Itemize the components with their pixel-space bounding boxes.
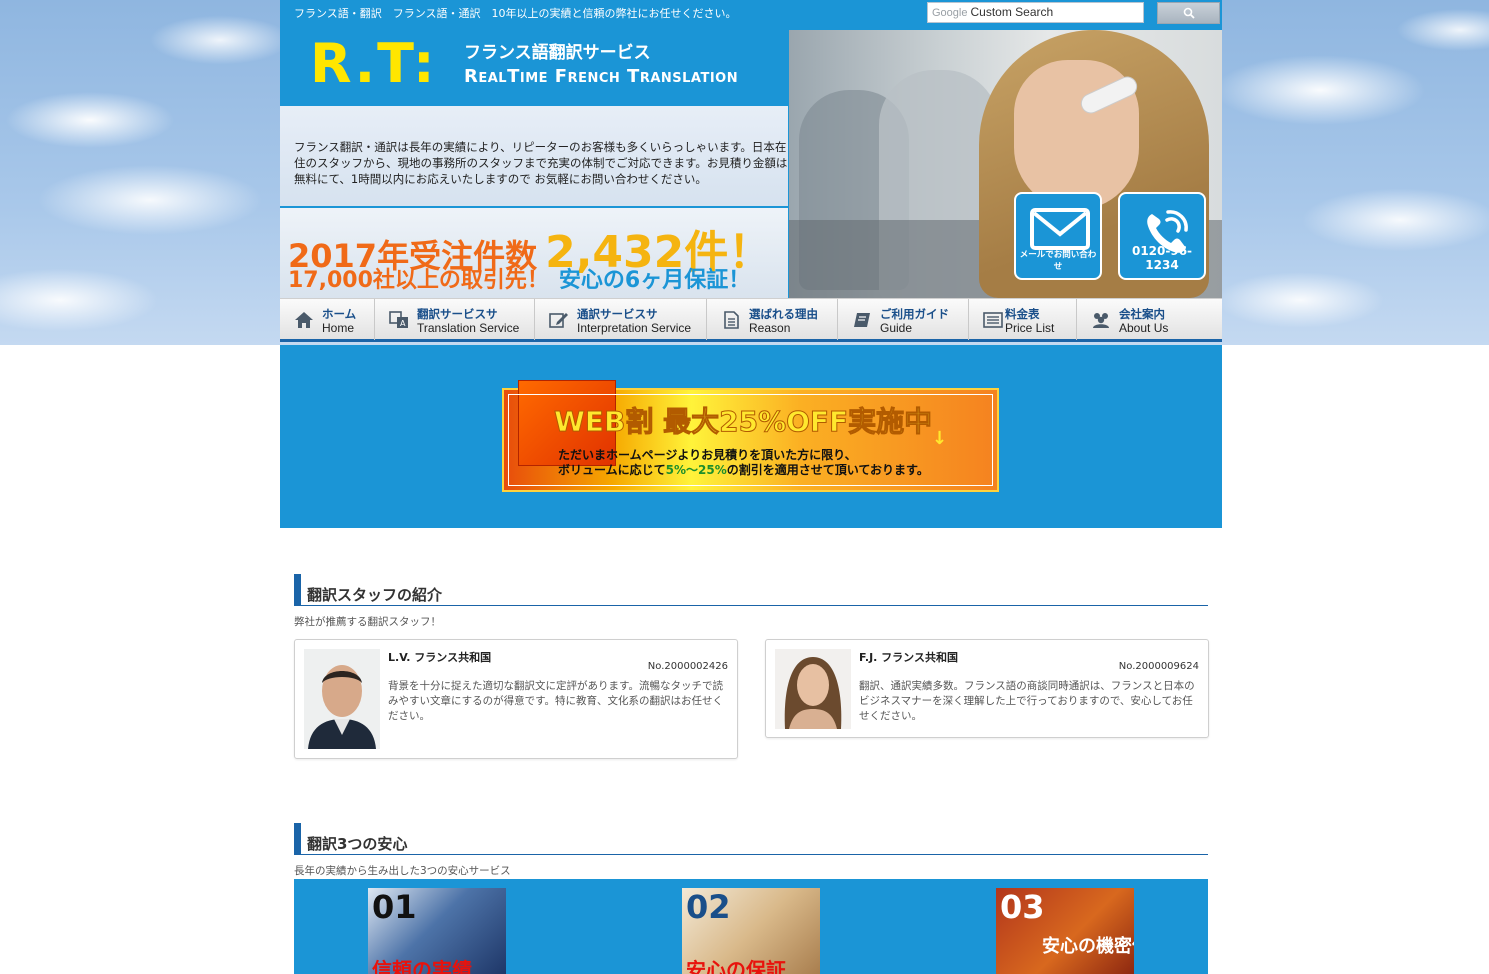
nav-item-label-en: About Us bbox=[1119, 321, 1169, 335]
nav-item-label-jp: 選ばれる理由 bbox=[749, 307, 818, 321]
section-title: 翻訳3つの安心 bbox=[307, 835, 408, 853]
staff-card[interactable]: L.V. フランス共和国 No.2000002426 背景を十分に捉えた適切な翻… bbox=[294, 639, 738, 759]
book-icon bbox=[854, 313, 870, 327]
banner-line-2: ボリュームに応じて5%～25%の割引を適用させて頂いております。 bbox=[558, 461, 929, 478]
nav-item-reason[interactable]: 選ばれる理由 Reason bbox=[707, 299, 838, 340]
staff-section-heading: 翻訳スタッフの紹介 bbox=[294, 574, 1208, 606]
banner-discount-range: 5%～25% bbox=[665, 463, 727, 477]
mail-icon bbox=[1030, 208, 1090, 250]
staff-card[interactable]: F.J. フランス共和国 No.2000009624 翻訳、通訳実績多数。フラン… bbox=[765, 639, 1209, 738]
staff-name: F.J. フランス共和国 bbox=[859, 651, 958, 664]
edit-icon bbox=[549, 313, 568, 328]
section-title: 翻訳スタッフの紹介 bbox=[307, 586, 443, 604]
search-brand: Google bbox=[932, 7, 968, 19]
staff-description: 背景を十分に捉えた適切な翻訳文に定評があります。流暢なタッチで読みやすい文章にす… bbox=[388, 680, 724, 722]
search-icon bbox=[1183, 7, 1195, 19]
search-button[interactable] bbox=[1157, 2, 1220, 24]
nav-item-interpretation[interactable]: 通訳サービスサ Interpretation Service bbox=[535, 299, 707, 340]
guarantee-text: 安心の6ヶ月保証！ bbox=[558, 268, 751, 293]
feature-number: 02 bbox=[686, 888, 731, 926]
nav-item-home[interactable]: ホーム Home bbox=[280, 299, 375, 340]
nav-item-translation[interactable]: A 翻訳サービスサ Translation Service bbox=[375, 299, 535, 340]
nav-item-label-en: Interpretation Service bbox=[577, 321, 692, 335]
section-subtitle: 長年の実績から生み出した3つの安心サービス bbox=[294, 865, 511, 877]
staff-name: L.V. フランス共和国 bbox=[388, 651, 492, 664]
nav-item-label-jp: ご利用ガイド bbox=[880, 307, 949, 321]
feature-number: 01 bbox=[372, 888, 417, 926]
feature-caption: 安心の機密保持 bbox=[1042, 936, 1134, 957]
document-icon bbox=[724, 311, 739, 329]
nav-item-label-en: Guide bbox=[880, 321, 913, 335]
stats-panel: 2017年受注件数 2,432件！ 17,000社以上の取引先！ 安心の6ヶ月保証！ bbox=[280, 208, 788, 298]
staff-number: No.2000002426 bbox=[647, 661, 728, 672]
web-discount-banner[interactable]: WEB割 最大25%OFF実施中 ↓ ただいまホームページよりお見積りを頂いた方… bbox=[502, 380, 999, 492]
clients-stat: 17,000社以上の取引先！ 安心の6ヶ月保証！ bbox=[288, 262, 750, 294]
hero-photo: メールでお問い合わせ 0120-96-1234 bbox=[789, 30, 1222, 298]
phone-number: 0120-96-1234 bbox=[1131, 244, 1193, 272]
features-band: 01 信頼の実績 02 安心の保証 03 安心の機密保持 bbox=[294, 879, 1208, 974]
feature-card[interactable]: 01 信頼の実績 bbox=[368, 888, 506, 974]
feature-number: 03 bbox=[1000, 888, 1045, 926]
banner-line-2c: の割引を適用させて頂いております。 bbox=[726, 463, 929, 477]
nav-item-label-jp: ホーム bbox=[322, 307, 357, 321]
feature-card[interactable]: 02 安心の保証 bbox=[682, 888, 820, 974]
nav-item-label-jp: 翻訳サービスサ bbox=[417, 307, 498, 321]
staff-number: No.2000009624 bbox=[1118, 661, 1199, 672]
list-icon bbox=[983, 312, 1003, 328]
section-subtitle: 弊社が推薦する翻訳スタッフ！ bbox=[294, 616, 441, 628]
logo[interactable]: R.T: フランス語翻訳サービス RealTime French Transla… bbox=[280, 30, 788, 106]
logo-title-jp: フランス語翻訳サービス bbox=[464, 43, 651, 63]
feature-card[interactable]: 03 安心の機密保持 bbox=[996, 888, 1134, 974]
logo-mark: R.T: bbox=[310, 32, 437, 95]
nav-item-label-en: Home bbox=[322, 321, 355, 335]
main-nav: ホーム Home A 翻訳サービスサ Translation Service 通… bbox=[280, 298, 1222, 342]
nav-item-label-en: Price List bbox=[1005, 321, 1055, 335]
site-tagline: フランス語・翻訳 フランス語・通訳 10年以上の実績と信頼の弊社にお任せください… bbox=[294, 7, 737, 20]
banner-line-2a: ボリュームに応じて bbox=[558, 463, 666, 477]
nav-item-label-jp: 料金表 bbox=[1005, 307, 1040, 321]
banner-title: WEB割 最大25%OFF実施中 bbox=[553, 405, 933, 439]
svg-text:A: A bbox=[400, 319, 406, 328]
nav-item-label-en: Reason bbox=[749, 321, 791, 335]
nav-item-about[interactable]: 会社案内 About Us bbox=[1077, 299, 1222, 340]
site-header: R.T: フランス語翻訳サービス RealTime French Transla… bbox=[280, 30, 1222, 298]
search-placeholder: Custom Search bbox=[970, 5, 1054, 19]
nav-item-guide[interactable]: ご利用ガイド Guide bbox=[838, 299, 969, 340]
clients-text: 17,000社以上の取引先！ bbox=[288, 268, 549, 293]
mail-contact-button[interactable]: メールでお問い合わせ bbox=[1014, 192, 1102, 280]
nav-item-label-en: Translation Service bbox=[417, 321, 520, 335]
anshin-section-heading: 翻訳3つの安心 bbox=[294, 823, 1208, 855]
promo-band: WEB割 最大25%OFF実施中 ↓ ただいまホームページよりお見積りを頂いた方… bbox=[280, 345, 1222, 528]
top-bar: フランス語・翻訳 フランス語・通訳 10年以上の実績と信頼の弊社にお任せください… bbox=[280, 0, 1222, 30]
intro-text: フランス翻訳・通訳は長年の実績により、リピーターのお客様も多くいらっしゃいます。… bbox=[294, 140, 788, 186]
home-icon bbox=[295, 312, 313, 328]
translate-icon: A bbox=[389, 311, 408, 328]
feature-caption: 安心の保証 bbox=[686, 958, 786, 974]
staff-photo bbox=[304, 649, 380, 749]
staff-photo bbox=[775, 649, 851, 729]
nav-item-price[interactable]: 料金表 Price List bbox=[969, 299, 1077, 340]
arrow-down-icon: ↓ bbox=[932, 428, 948, 449]
intro-panel: フランス翻訳・通訳は長年の実績により、リピーターのお客様も多くいらっしゃいます。… bbox=[280, 106, 788, 206]
mail-contact-label: メールでお問い合わせ bbox=[1019, 250, 1097, 272]
people-icon bbox=[1093, 313, 1109, 328]
nav-item-label-jp: 会社案内 bbox=[1119, 307, 1165, 321]
staff-description: 翻訳、通訳実績多数。フランス語の商談同時通訳は、フランスと日本のビジネスマナーを… bbox=[859, 680, 1195, 722]
nav-item-label-jp: 通訳サービスサ bbox=[577, 307, 658, 321]
phone-contact-button[interactable]: 0120-96-1234 bbox=[1118, 192, 1206, 280]
logo-title-en: RealTime French Translation bbox=[464, 66, 739, 87]
search-input[interactable]: Google Custom Search bbox=[927, 2, 1144, 23]
feature-caption: 信頼の実績 bbox=[372, 958, 472, 974]
